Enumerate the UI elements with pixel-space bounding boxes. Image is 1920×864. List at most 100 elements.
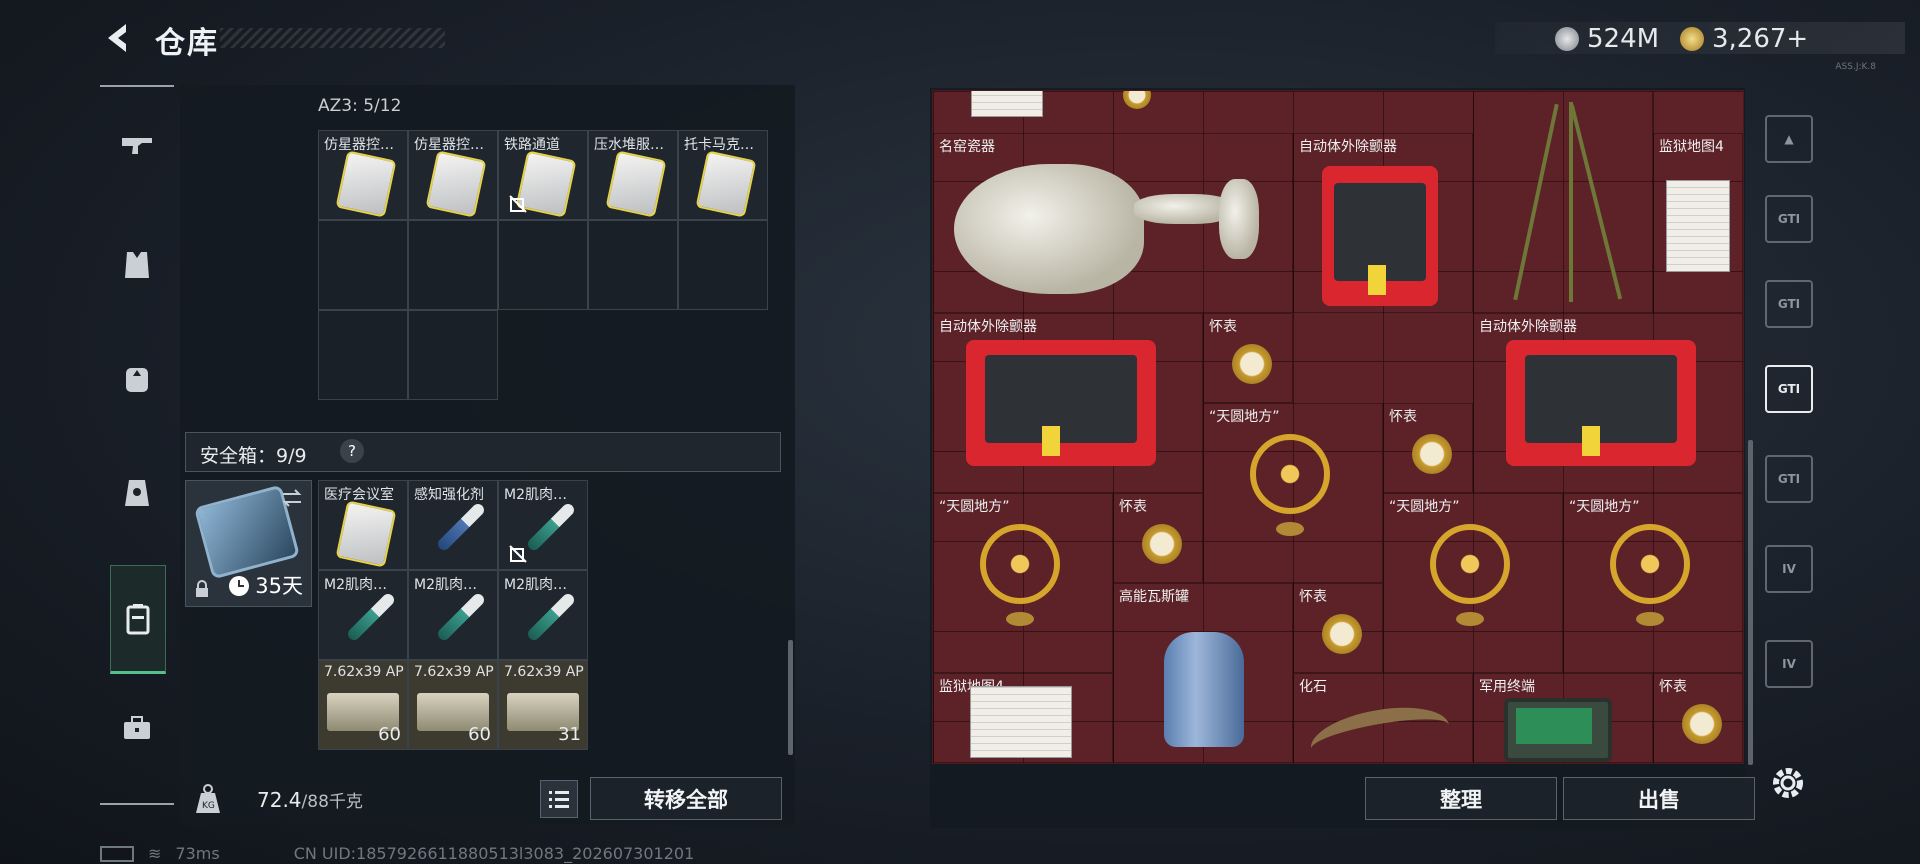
aed-image-2 <box>966 340 1156 466</box>
inventory-slot[interactable]: M2肌肉… <box>498 570 588 660</box>
safe-case-tab[interactable] <box>110 565 166 674</box>
armillary-label-3: “天圆地方” <box>1389 499 1460 515</box>
help-button[interactable]: ? <box>340 439 364 463</box>
pocket-watch-item-1[interactable]: 怀表 <box>1203 313 1293 403</box>
empty-slot[interactable] <box>408 310 498 400</box>
gti-icon[interactable]: GTI <box>1765 455 1813 503</box>
swap-icon[interactable] <box>281 489 303 507</box>
item-label: 压水堆服… <box>594 137 664 153</box>
empty-slot[interactable] <box>408 220 498 310</box>
empty-slot[interactable] <box>318 310 408 400</box>
lock-icon <box>196 580 208 597</box>
gas-canister-image <box>1164 632 1244 747</box>
map-fragment <box>971 91 1043 117</box>
left-scrollbar[interactable] <box>788 640 793 755</box>
transfer-all-button[interactable]: 转移全部 <box>590 777 782 820</box>
watch-label-4: 怀表 <box>1299 589 1327 605</box>
military-terminal-item[interactable]: 军用终端 <box>1473 673 1653 763</box>
arch-icon[interactable]: ▲ <box>1765 115 1813 163</box>
list-icon <box>549 791 569 808</box>
aed-image-3 <box>1506 340 1696 466</box>
prison-map-item-1[interactable]: 监狱地图4 <box>1653 133 1743 313</box>
inventory-slot[interactable]: 仿星器控… <box>408 130 498 220</box>
pocket-watch-item-2[interactable]: 怀表 <box>1383 403 1473 493</box>
inventory-slot[interactable]: 7.62x39 AP 31 <box>498 660 588 750</box>
settings-gear-icon[interactable] <box>1768 763 1808 803</box>
fossil-item[interactable]: 化石 <box>1293 673 1473 763</box>
inventory-slot[interactable]: 7.62x39 AP 60 <box>408 660 498 750</box>
terminal-label: 军用终端 <box>1479 679 1535 695</box>
right-scrollbar[interactable] <box>1748 440 1753 765</box>
armillary-image-1 <box>1250 434 1330 536</box>
item-quantity: 60 <box>378 724 401 745</box>
empty-slot[interactable] <box>588 220 678 310</box>
syringe-image <box>525 501 577 553</box>
prison-map-item-2[interactable]: 监狱地图4 <box>933 673 1113 763</box>
pocket-watch-item-4[interactable]: 怀表 <box>1293 583 1383 673</box>
armillary-label-4: “天圆地方” <box>1569 499 1640 515</box>
gti-icon[interactable]: GTI <box>1765 280 1813 328</box>
case-remaining-days: 35天 <box>255 574 303 598</box>
inventory-slot[interactable]: M2肌肉… <box>498 480 588 570</box>
safe-case-item[interactable]: 35天 <box>185 480 312 607</box>
list-view-button[interactable] <box>540 780 578 818</box>
vest-icon[interactable] <box>114 242 160 288</box>
vase-stopper <box>1219 179 1259 259</box>
inventory-slot[interactable]: 托卡马克… <box>678 130 768 220</box>
armillary-image-4 <box>1610 524 1690 626</box>
empty-slot[interactable] <box>498 220 588 310</box>
pocket-watch-item-3[interactable]: 怀表 <box>1113 493 1203 583</box>
empty-slot[interactable] <box>678 220 768 310</box>
watch-label-1: 怀表 <box>1209 319 1237 335</box>
tripod-leg <box>1569 102 1573 302</box>
aed-item-2[interactable]: 自动体外除颤器 <box>933 313 1203 493</box>
terminal-image <box>1504 698 1612 762</box>
sell-button[interactable]: 出售 <box>1563 777 1755 820</box>
inventory-slot[interactable]: 压水堆服… <box>588 130 678 220</box>
toolbox-icon[interactable] <box>114 705 160 751</box>
safe-case-icon <box>126 603 150 634</box>
inventory-slot[interactable]: 感知强化剂 <box>408 480 498 570</box>
silver-amount: 524M <box>1587 24 1660 54</box>
inventory-slot[interactable]: 7.62x39 AP 60 <box>318 660 408 750</box>
folder-icon[interactable]: IV <box>1765 545 1813 593</box>
weight-max: /88千克 <box>301 792 363 812</box>
gti-icon[interactable]: GTI <box>1765 195 1813 243</box>
inventory-slot[interactable]: 铁路通道 <box>498 130 588 220</box>
armillary-image-2 <box>980 524 1060 626</box>
armillary-item-2[interactable]: “天圆地方” <box>933 493 1113 673</box>
gas-canister-item[interactable]: 高能瓦斯罐 <box>1113 583 1293 763</box>
gun-icon[interactable] <box>114 123 160 169</box>
armillary-item-4[interactable]: “天圆地方” <box>1563 493 1743 673</box>
organize-button[interactable]: 整理 <box>1365 777 1557 820</box>
folder-icon[interactable]: IV <box>1765 640 1813 688</box>
aed-item-1[interactable]: 自动体外除颤器 <box>1293 133 1473 313</box>
status-footer: ≋ 73ms CN UID:1857926611880513l3083_2026… <box>100 844 694 863</box>
gold-amount: 3,267+ <box>1712 24 1809 54</box>
svg-text:KG: KG <box>202 801 215 811</box>
no-transfer-icon <box>509 545 527 563</box>
watch-image-4 <box>1322 614 1362 654</box>
inventory-slot[interactable]: M2肌肉… <box>318 570 408 660</box>
vase-item[interactable]: 名窑瓷器 <box>933 133 1293 313</box>
armillary-item-3[interactable]: “天圆地方” <box>1383 493 1563 673</box>
inventory-slot[interactable]: M2肌肉… <box>408 570 498 660</box>
aed-item-3[interactable]: 自动体外除颤器 <box>1473 313 1743 493</box>
pocket-watch-item-5[interactable]: 怀表 <box>1653 673 1743 763</box>
backpack-icon[interactable] <box>114 355 160 401</box>
container-capacity: AZ3: 5/12 <box>318 96 402 116</box>
container-grid: 仿星器控… 仿星器控… 铁路通道 压水堆服… 托卡马克… <box>318 130 768 400</box>
tripod-item[interactable] <box>1473 91 1653 313</box>
back-arrow-icon[interactable] <box>100 20 136 56</box>
clock-icon <box>229 576 249 596</box>
watch-label-3: 怀表 <box>1119 499 1147 515</box>
armillary-item-1[interactable]: “天圆地方” <box>1203 403 1383 583</box>
inventory-slot[interactable]: 仿星器控… <box>318 130 408 220</box>
armillary-image-3 <box>1430 524 1510 626</box>
chest-rig-icon[interactable] <box>114 470 160 516</box>
weight-text: 72.4/88千克 <box>257 787 363 812</box>
inventory-slot[interactable]: 医疗会议室 <box>318 480 408 570</box>
item-label: 7.62x39 AP <box>414 664 494 680</box>
empty-slot[interactable] <box>318 220 408 310</box>
gti-icon[interactable]: GTI <box>1765 365 1813 413</box>
